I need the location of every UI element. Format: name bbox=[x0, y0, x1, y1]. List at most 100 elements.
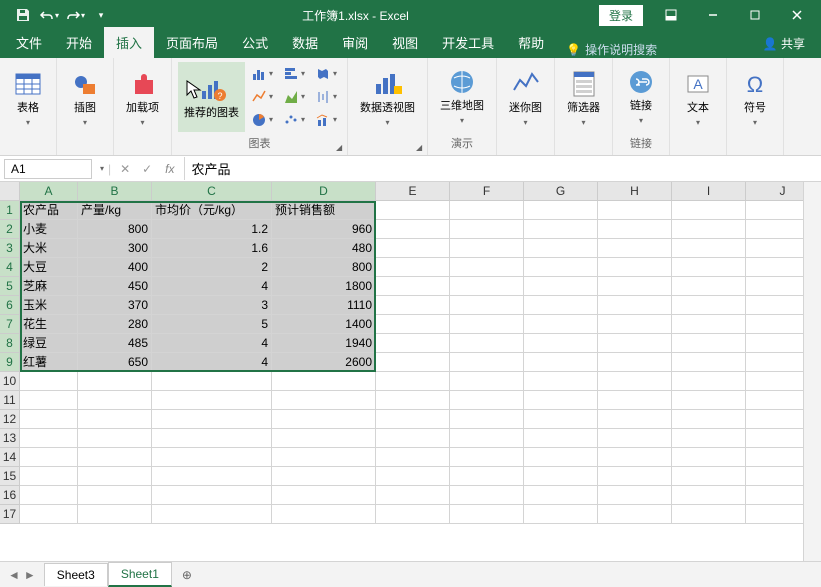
cell[interactable] bbox=[598, 505, 672, 524]
charts-dialog-launcher[interactable]: ◢ bbox=[333, 141, 345, 153]
row-header[interactable]: 17 bbox=[0, 505, 20, 524]
link-button[interactable]: 链接▾ bbox=[619, 62, 663, 132]
cell[interactable] bbox=[152, 429, 272, 448]
cell[interactable] bbox=[598, 353, 672, 372]
cell[interactable] bbox=[20, 391, 78, 410]
pivotchart-button[interactable]: 数据透视图▾ bbox=[354, 64, 421, 134]
cell[interactable]: 1.6 bbox=[152, 239, 272, 258]
row-header[interactable]: 13 bbox=[0, 429, 20, 448]
tab-insert[interactable]: 插入 bbox=[104, 27, 154, 58]
cell[interactable] bbox=[672, 258, 746, 277]
cell[interactable] bbox=[78, 448, 152, 467]
cell[interactable] bbox=[672, 315, 746, 334]
cell[interactable] bbox=[672, 353, 746, 372]
combo-chart-button[interactable]: ▾ bbox=[311, 109, 341, 131]
cell[interactable]: 3 bbox=[152, 296, 272, 315]
addins-button[interactable]: 加载项▾ bbox=[120, 64, 165, 134]
cell[interactable] bbox=[672, 448, 746, 467]
col-header[interactable]: C bbox=[152, 182, 272, 201]
login-button[interactable]: 登录 bbox=[599, 5, 643, 26]
cell[interactable]: 370 bbox=[78, 296, 152, 315]
row-header[interactable]: 11 bbox=[0, 391, 20, 410]
cell[interactable] bbox=[524, 353, 598, 372]
cell[interactable]: 大米 bbox=[20, 239, 78, 258]
col-header[interactable]: D bbox=[272, 182, 376, 201]
cell[interactable] bbox=[598, 220, 672, 239]
cell[interactable]: 485 bbox=[78, 334, 152, 353]
cell[interactable] bbox=[672, 391, 746, 410]
tab-review[interactable]: 审阅 bbox=[330, 27, 380, 58]
cell[interactable] bbox=[524, 486, 598, 505]
cell[interactable]: 1400 bbox=[272, 315, 376, 334]
cell[interactable] bbox=[376, 220, 450, 239]
cell[interactable]: 预计销售额 bbox=[272, 201, 376, 220]
cell[interactable] bbox=[272, 486, 376, 505]
cell[interactable] bbox=[524, 239, 598, 258]
cell[interactable] bbox=[152, 467, 272, 486]
cell[interactable]: 农产品 bbox=[20, 201, 78, 220]
cell[interactable] bbox=[450, 220, 524, 239]
cell[interactable]: 1940 bbox=[272, 334, 376, 353]
cell[interactable]: 450 bbox=[78, 277, 152, 296]
cell[interactable]: 800 bbox=[272, 258, 376, 277]
tab-data[interactable]: 数据 bbox=[280, 27, 330, 58]
cell[interactable] bbox=[524, 410, 598, 429]
cell[interactable] bbox=[450, 239, 524, 258]
cell[interactable]: 4 bbox=[152, 353, 272, 372]
cell[interactable] bbox=[524, 448, 598, 467]
cell[interactable] bbox=[376, 296, 450, 315]
cell[interactable] bbox=[20, 505, 78, 524]
cell[interactable] bbox=[272, 448, 376, 467]
row-header[interactable]: 12 bbox=[0, 410, 20, 429]
cell[interactable] bbox=[376, 410, 450, 429]
cell[interactable]: 绿豆 bbox=[20, 334, 78, 353]
cell[interactable] bbox=[450, 467, 524, 486]
cell[interactable] bbox=[672, 239, 746, 258]
stock-chart-button[interactable]: ▾ bbox=[311, 86, 341, 108]
row-header[interactable]: 4 bbox=[0, 258, 20, 277]
sparklines-button[interactable]: 迷你图▾ bbox=[503, 64, 548, 134]
col-header[interactable]: E bbox=[376, 182, 450, 201]
cell[interactable] bbox=[524, 220, 598, 239]
redo-icon[interactable]: ▾ bbox=[64, 4, 86, 26]
cell[interactable] bbox=[376, 334, 450, 353]
cell[interactable] bbox=[272, 505, 376, 524]
cell[interactable] bbox=[376, 372, 450, 391]
cell[interactable] bbox=[20, 467, 78, 486]
cell[interactable] bbox=[524, 277, 598, 296]
cell[interactable] bbox=[598, 239, 672, 258]
cell[interactable] bbox=[524, 334, 598, 353]
name-box[interactable] bbox=[4, 159, 92, 179]
symbols-button[interactable]: Ω 符号▾ bbox=[733, 64, 777, 134]
ribbon-options-icon[interactable] bbox=[651, 0, 691, 30]
cell[interactable] bbox=[598, 296, 672, 315]
row-header[interactable]: 7 bbox=[0, 315, 20, 334]
cell[interactable]: 5 bbox=[152, 315, 272, 334]
cell[interactable] bbox=[672, 410, 746, 429]
cell[interactable]: 960 bbox=[272, 220, 376, 239]
cell[interactable]: 红薯 bbox=[20, 353, 78, 372]
cell[interactable] bbox=[272, 467, 376, 486]
cell[interactable] bbox=[450, 201, 524, 220]
row-header[interactable]: 3 bbox=[0, 239, 20, 258]
3dmap-button[interactable]: 三维地图▾ bbox=[434, 62, 490, 132]
cell[interactable]: 480 bbox=[272, 239, 376, 258]
recommended-charts-button[interactable]: ? 推荐的图表 bbox=[178, 62, 245, 132]
illustrations-button[interactable]: 插图▾ bbox=[63, 64, 107, 134]
cell[interactable] bbox=[450, 353, 524, 372]
cell[interactable] bbox=[524, 201, 598, 220]
cell[interactable] bbox=[78, 486, 152, 505]
qat-customize-icon[interactable]: ▾ bbox=[90, 4, 112, 26]
tab-home[interactable]: 开始 bbox=[54, 27, 104, 58]
bar-chart-button[interactable]: ▾ bbox=[279, 63, 309, 85]
cell[interactable] bbox=[78, 429, 152, 448]
cell[interactable] bbox=[376, 353, 450, 372]
cell[interactable] bbox=[78, 372, 152, 391]
minimize-button[interactable] bbox=[693, 0, 733, 30]
cell[interactable]: 玉米 bbox=[20, 296, 78, 315]
cell[interactable] bbox=[524, 372, 598, 391]
undo-icon[interactable]: ▾ bbox=[38, 4, 60, 26]
area-chart-button[interactable]: ▾ bbox=[279, 86, 309, 108]
cell[interactable] bbox=[598, 277, 672, 296]
cell[interactable]: 4 bbox=[152, 277, 272, 296]
